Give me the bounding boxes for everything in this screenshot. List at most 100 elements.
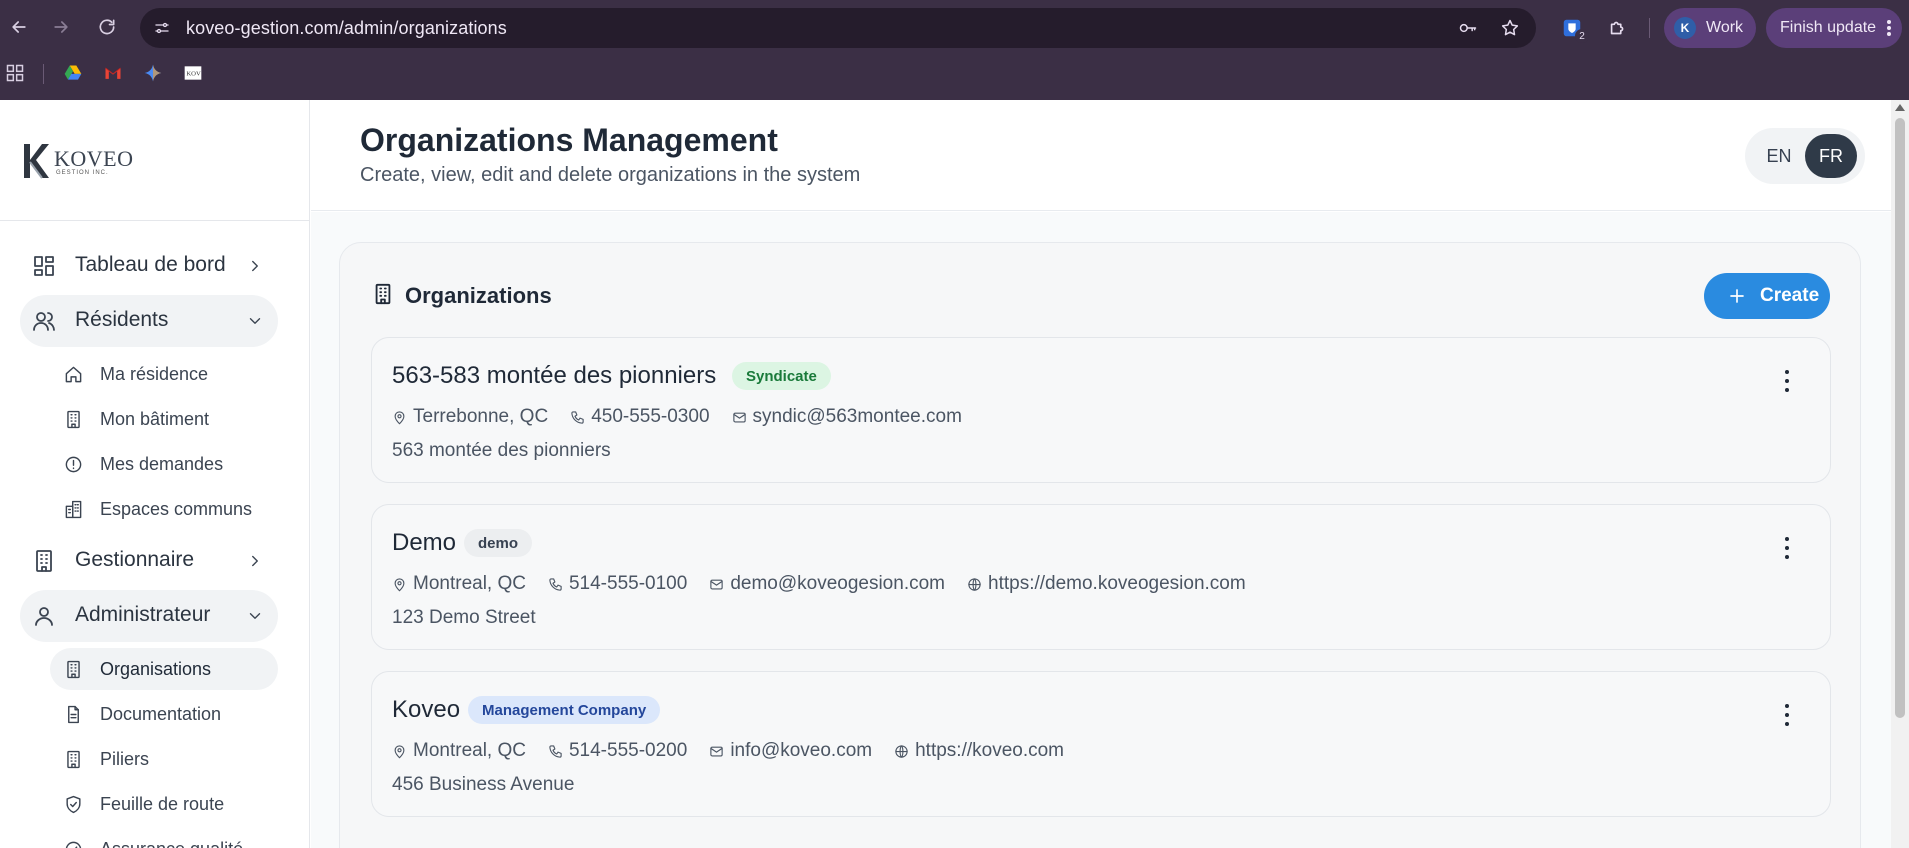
address-bar[interactable]: koveo-gestion.com/admin/organizations bbox=[140, 8, 1536, 48]
chevron-right-icon bbox=[252, 555, 258, 567]
gmail-icon[interactable] bbox=[100, 60, 126, 86]
sidebar-item-label: Documentation bbox=[100, 704, 222, 724]
scrollbar-thumb[interactable] bbox=[1895, 118, 1905, 718]
extensions-puzzle-icon[interactable] bbox=[1604, 14, 1632, 42]
organization-email: info@koveo.com bbox=[709, 740, 872, 762]
forward-button[interactable] bbox=[46, 12, 76, 42]
organization-meta: Terrebonne, QC 450-555-0300 syndic@563mo… bbox=[392, 404, 984, 430]
globe-icon bbox=[968, 577, 981, 591]
bookmarks-bar: KOV bbox=[0, 60, 400, 90]
sidebar-item-mes-demandes[interactable]: Mes demandes bbox=[50, 443, 278, 485]
organization-meta: Montreal, QC 514-555-0200 info@koveo.com bbox=[392, 738, 1086, 764]
dashboard-grid-icon bbox=[34, 256, 54, 276]
home-icon bbox=[65, 366, 82, 383]
email-text: demo@koveogesion.com bbox=[730, 573, 945, 594]
organization-city: Terrebonne, QC bbox=[392, 406, 548, 428]
users-icon bbox=[33, 312, 55, 331]
phone-text: 514-555-0100 bbox=[568, 573, 688, 594]
map-pin-icon bbox=[394, 577, 405, 591]
mail-icon bbox=[710, 746, 723, 756]
sidebar-item-organisations[interactable]: Organisations bbox=[50, 648, 278, 690]
sidebar-item-assurance-qualite[interactable]: Assurance qualité bbox=[50, 828, 278, 848]
sidebar-item-label: Ma résidence bbox=[100, 364, 209, 384]
organization-address: 123 Demo Street bbox=[392, 607, 536, 628]
language-en-button[interactable]: EN bbox=[1753, 134, 1805, 178]
alert-circle-icon bbox=[65, 456, 82, 473]
sidebar-item-label: Piliers bbox=[100, 749, 150, 769]
check-circle-icon bbox=[65, 841, 82, 848]
reload-icon bbox=[99, 19, 115, 35]
phone-icon bbox=[571, 410, 584, 424]
main-content: Organizations Management Create, view, e… bbox=[311, 100, 1891, 848]
finish-update-button[interactable]: Finish update bbox=[1766, 8, 1902, 48]
sidebar-item-documentation[interactable]: Documentation bbox=[50, 693, 278, 735]
organization-website: https://demo.koveogesion.com bbox=[967, 573, 1246, 595]
organization-city: Montreal, QC bbox=[392, 573, 526, 595]
sidebar-item-ma-residence[interactable]: Ma résidence bbox=[50, 353, 278, 395]
sidebar-item-label: Résidents bbox=[75, 308, 169, 331]
sidebar-item-feuille-de-route[interactable]: Feuille de route bbox=[50, 783, 278, 825]
site-info-icon[interactable] bbox=[150, 16, 174, 40]
building-icon bbox=[67, 660, 80, 679]
more-vertical-icon[interactable] bbox=[1782, 370, 1792, 392]
google-drive-icon[interactable] bbox=[60, 60, 86, 86]
profile-label: Work bbox=[1706, 19, 1744, 36]
language-fr-button[interactable]: FR bbox=[1805, 134, 1857, 178]
sidebar-item-espaces-communs[interactable]: Espaces communs bbox=[50, 488, 278, 530]
bookmark-star-icon[interactable] bbox=[1498, 16, 1522, 40]
organization-card[interactable]: Demo demo Montreal, QC 514-555-0100 demo… bbox=[371, 504, 1831, 650]
finish-update-label: Finish update bbox=[1780, 19, 1877, 36]
sidebar-item-mon-batiment[interactable]: Mon bâtiment bbox=[50, 398, 278, 440]
sidebar-item-piliers[interactable]: Piliers bbox=[50, 738, 278, 780]
password-key-icon[interactable] bbox=[1456, 16, 1480, 40]
extension-bitwarden-icon[interactable]: 2 bbox=[1558, 14, 1589, 43]
sidebar: KOVEO GESTION INC. Tableau de bord Résid… bbox=[0, 100, 310, 848]
arrow-left-icon bbox=[12, 21, 26, 33]
sidebar-item-gestionnaire[interactable]: Gestionnaire bbox=[20, 535, 278, 587]
organization-phone: 514-555-0100 bbox=[548, 573, 687, 595]
phone-text: 450-555-0300 bbox=[591, 406, 710, 427]
language-toggle: EN FR bbox=[1745, 128, 1865, 184]
reload-button[interactable] bbox=[92, 12, 122, 42]
sidebar-item-label: Organisations bbox=[100, 659, 212, 679]
page-scrollbar[interactable] bbox=[1891, 100, 1909, 848]
logo-wordmark: KOVEO bbox=[54, 146, 134, 171]
apps-grid-icon[interactable] bbox=[2, 60, 28, 86]
organization-type-badge: Syndicate bbox=[732, 362, 831, 390]
more-vertical-icon[interactable] bbox=[1782, 704, 1792, 726]
back-button[interactable] bbox=[4, 12, 34, 42]
create-button[interactable]: Create bbox=[1704, 273, 1830, 319]
building-icon bbox=[375, 283, 391, 305]
organization-card[interactable]: 563-583 montée des pionniers Syndicate T… bbox=[371, 337, 1831, 483]
sidebar-item-tableau-de-bord[interactable]: Tableau de bord bbox=[20, 240, 278, 292]
organization-name: Koveo bbox=[392, 696, 461, 723]
sidebar-item-label: Tableau de bord bbox=[75, 253, 226, 276]
phone-icon bbox=[549, 577, 562, 591]
email-text: syndic@563montee.com bbox=[752, 406, 962, 427]
url-text[interactable]: koveo-gestion.com/admin/organizations bbox=[186, 18, 507, 39]
file-text-icon bbox=[68, 705, 79, 724]
koveo-logo[interactable]: KOVEO GESTION INC. bbox=[20, 138, 133, 182]
building-icon bbox=[36, 550, 52, 572]
scroll-up-arrow-icon[interactable] bbox=[1895, 104, 1905, 111]
building-icon bbox=[67, 750, 80, 769]
organization-website: https://koveo.com bbox=[894, 740, 1064, 762]
sidebar-item-administrateur[interactable]: Administrateur bbox=[20, 590, 278, 642]
organization-card[interactable]: Koveo Management Company Montreal, QC 51… bbox=[371, 671, 1831, 817]
more-vertical-icon[interactable] bbox=[1782, 537, 1792, 559]
organizations-card: Organizations Create 563-583 montée des … bbox=[339, 242, 1861, 848]
logo-subtitle: GESTION INC. bbox=[56, 170, 109, 176]
city-text: Montreal, QC bbox=[413, 740, 526, 761]
organization-name: 563-583 montée des pionniers bbox=[392, 362, 717, 389]
mail-icon bbox=[710, 579, 723, 589]
gemini-icon[interactable] bbox=[140, 60, 166, 86]
page-title: Organizations Management bbox=[360, 122, 778, 158]
sidebar-item-label: Mes demandes bbox=[100, 454, 224, 474]
phone-text: 514-555-0200 bbox=[568, 740, 688, 761]
koveo-favicon-icon[interactable]: KOV bbox=[180, 60, 206, 86]
extension-badge: 2 bbox=[1575, 29, 1589, 43]
organization-type-badge: demo bbox=[464, 529, 533, 557]
sidebar-item-residents[interactable]: Résidents bbox=[20, 295, 278, 347]
organization-address: 456 Business Avenue bbox=[392, 774, 575, 795]
profile-button[interactable]: K Work bbox=[1664, 8, 1756, 48]
